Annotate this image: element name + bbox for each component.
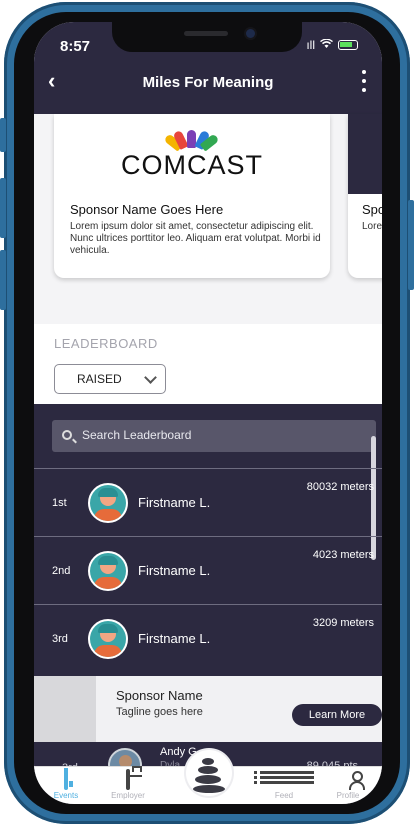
sponsor-card-description: Lorem ipsum dolor sit amet, consectetur …: [70, 221, 321, 256]
leaderboard-row[interactable]: 1st Firstname L. 80032 meters: [34, 468, 382, 536]
tab-employer[interactable]: Employer: [98, 767, 158, 804]
rank: 2nd: [52, 565, 71, 577]
peacock-logo-icon: [163, 122, 220, 152]
sponsor-card-image: [348, 114, 382, 194]
tab-profile[interactable]: Profile: [318, 767, 378, 804]
search-icon: [62, 430, 72, 440]
signal-icon: ıll: [306, 38, 315, 52]
mute-switch: [0, 118, 6, 152]
rank: 1st: [52, 497, 67, 509]
briefcase-icon: [98, 769, 158, 790]
participant-distance: 4023 meters: [312, 549, 374, 561]
leaderboard-row[interactable]: 3rd Firstname L. 3209 meters: [34, 604, 382, 672]
sponsor-card-title: Spor: [362, 202, 382, 217]
tab-events[interactable]: Events: [36, 767, 96, 804]
avatar: [88, 551, 128, 591]
chevron-down-icon: [144, 371, 157, 384]
leaderboard-row[interactable]: 2nd Firstname L. 4023 meters: [34, 536, 382, 604]
sponsor-banner-name: Sponsor Name: [116, 688, 203, 703]
sponsor-banner: Sponsor Name Tagline goes here Learn Mor…: [34, 676, 382, 742]
tab-label: Events: [53, 791, 79, 800]
rank: 3rd: [52, 633, 68, 645]
sponsor-banner-tagline: Tagline goes here: [116, 706, 203, 718]
tab-feed[interactable]: Feed: [254, 767, 314, 804]
notch: [112, 22, 302, 52]
sponsor-card-description: Lorem adipis: [362, 221, 382, 232]
search-placeholder: Search Leaderboard: [82, 428, 192, 442]
app-screen: 8:57 ıll ‹ Miles For Meaning COMCAST Spo…: [34, 22, 382, 804]
top-bar: 8:57 ıll ‹ Miles For Meaning: [34, 22, 382, 114]
profile-icon: [318, 771, 378, 789]
page-title: Miles For Meaning: [142, 74, 274, 91]
learn-more-button[interactable]: Learn More: [292, 704, 382, 726]
power-button: [408, 200, 414, 290]
participant-name: Firstname L.: [138, 631, 211, 646]
tab-label: Feed: [274, 791, 294, 800]
avatar: [88, 483, 128, 523]
leaderboard-filter-dropdown[interactable]: RAISED: [54, 364, 166, 394]
sponsor-carousel[interactable]: COMCAST Sponsor Name Goes Here Lorem ips…: [34, 114, 382, 324]
sponsor-card-title: Sponsor Name Goes Here: [70, 202, 224, 217]
leaderboard-list[interactable]: Search Leaderboard 1st Firstname L. 8003…: [34, 404, 382, 676]
participant-name: Firstname L.: [138, 495, 211, 510]
trophy-icon: [36, 768, 96, 790]
leaderboard-label: LEADERBOARD: [54, 336, 158, 351]
participant-distance: 80032 meters: [306, 481, 374, 493]
volume-down-button: [0, 250, 6, 310]
dropdown-value: RAISED: [77, 372, 122, 386]
logo-text: COMCAST: [121, 150, 263, 180]
participant-distance: 3209 meters: [312, 617, 374, 629]
leaderboard-header: LEADERBOARD RAISED: [34, 324, 382, 404]
sponsor-banner-image: [34, 676, 96, 742]
sponsor-card[interactable]: Spor Lorem adipis: [348, 114, 382, 278]
sponsor-card[interactable]: COMCAST Sponsor Name Goes Here Lorem ips…: [54, 114, 330, 278]
tab-label: Profile: [336, 791, 360, 800]
status-time: 8:57: [60, 38, 91, 55]
feed-icon: [254, 771, 314, 789]
wifi-icon: [320, 38, 333, 52]
participant-name: Firstname L.: [138, 563, 211, 578]
status-icons: ıll: [306, 38, 358, 52]
avatar: [88, 619, 128, 659]
center-stones-button[interactable]: [186, 750, 232, 796]
tab-label: Employer: [111, 791, 145, 800]
battery-icon: [338, 40, 358, 50]
front-camera: [246, 29, 255, 38]
search-input[interactable]: Search Leaderboard: [52, 420, 376, 452]
volume-up-button: [0, 178, 6, 238]
speaker-grille: [184, 31, 228, 36]
more-options-icon[interactable]: [358, 70, 370, 92]
sponsor-logo: COMCAST: [54, 122, 330, 181]
